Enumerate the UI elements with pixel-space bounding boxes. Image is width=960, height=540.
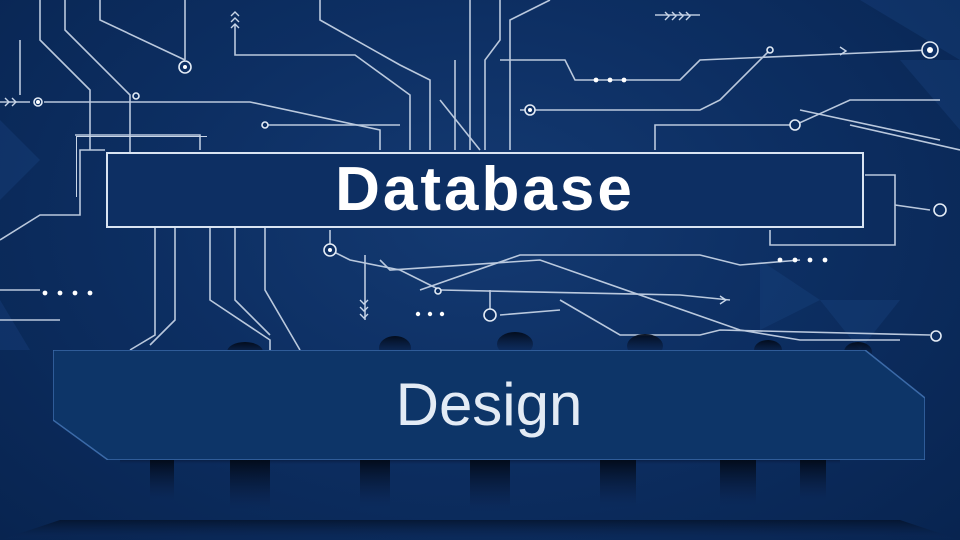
slide: Database Design bbox=[0, 0, 960, 540]
slide-subtitle: Design bbox=[395, 371, 583, 438]
title-box: Database bbox=[76, 136, 864, 228]
subtitle-banner: Design bbox=[53, 350, 925, 460]
slide-title: Database bbox=[335, 155, 635, 224]
